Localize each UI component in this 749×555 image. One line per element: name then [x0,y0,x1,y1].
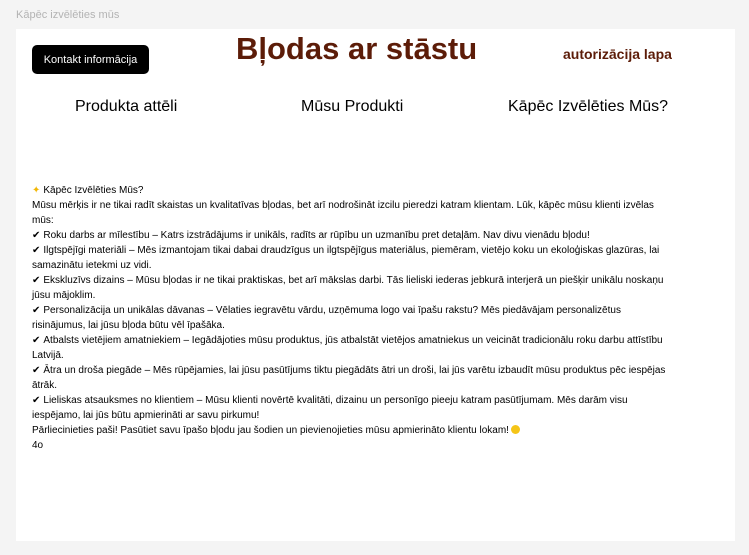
check-icon: ✔ [32,245,41,256]
list-item: ✔ Ātra un droša piegāde – Mēs rūpējamies,… [32,365,666,391]
list-item: ✔ Atbalsts vietējiem amatniekiem – Iegādā… [32,335,663,361]
check-icon: ✔ [32,335,41,346]
authorization-link[interactable]: autorizācija lapa [563,45,672,63]
closing-text: Pārliecinieties paši! Pasūtiet savu īpaš… [32,423,672,438]
page-frame: Kontakt informācija Bļodas ar stāstu aut… [16,29,735,541]
nav-item-our-products[interactable]: Mūsu Produkti [301,96,403,118]
contact-info-button[interactable]: Kontakt informācija [32,45,149,74]
page-label: Kāpēc izvēlēties mūs [16,9,120,21]
sparkle-icon: ✦ [32,185,41,196]
list-item: ✔ Lieliskas atsauksmes no klientiem – Mūs… [32,395,628,421]
list-item: ✔ Roku darbs ar mīlestību – Katrs izstrād… [32,230,590,241]
check-icon: ✔ [32,365,41,376]
intro-text: Mūsu mērķis ir ne tikai radīt skaistas u… [32,200,654,226]
section-heading: ✦ Kāpēc Izvēlēties Mūs? [32,185,144,196]
list-item: ✔ Ekskluzīvs dizains – Mūsu bļodas ir ne … [32,275,664,301]
brand-title: Bļodas ar stāstu [236,31,478,66]
nav-item-why-choose-us[interactable]: Kāpēc Izvēlēties Mūs? [508,96,668,118]
check-icon: ✔ [32,230,41,241]
smile-icon [510,425,520,434]
why-us-section: ✦ Kāpēc Izvēlēties Mūs? Mūsu mērķis ir ne… [32,183,672,453]
check-icon: ✔ [32,395,41,406]
nav-item-product-images[interactable]: Produkta attēli [75,96,177,118]
check-icon: ✔ [32,305,41,316]
list-item: ✔ Ilgtspējīgi materiāli – Mēs izmantojam … [32,245,660,271]
check-icon: ✔ [32,275,41,286]
footer-text: 4o [32,440,44,451]
main-nav: Produkta attēli Mūsu Produkti Kāpēc Izvē… [16,96,735,120]
list-item: ✔ Personalizācija un unikālas dāvanas – V… [32,305,621,331]
